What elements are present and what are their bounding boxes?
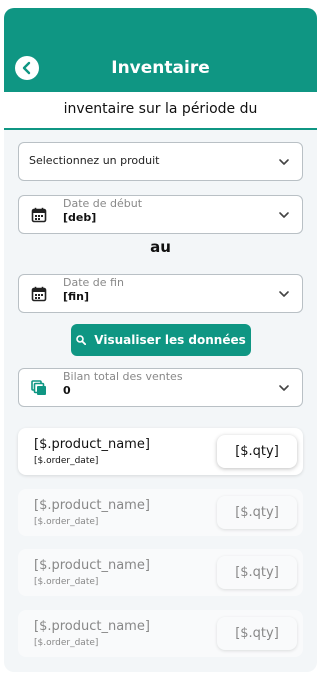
quantity-badge: [$.qty] xyxy=(217,556,297,589)
period-subtitle: inventaire sur la période du xyxy=(4,92,317,130)
copy-stack-icon xyxy=(31,380,46,395)
list-item[interactable]: [$.product_name] [$.order_date] [$.qty] xyxy=(18,549,303,596)
product-name: [$.product_name] xyxy=(34,558,150,573)
chevron-down-icon xyxy=(279,385,289,391)
sales-total-field[interactable]: Bilan total des ventes 0 xyxy=(18,368,303,407)
order-date: [$.order_date] xyxy=(34,456,99,466)
end-date-value: [fin] xyxy=(63,290,90,303)
chevron-down-icon xyxy=(279,291,289,297)
chevron-down-icon xyxy=(279,212,289,218)
calendar-icon xyxy=(31,207,47,223)
product-select[interactable]: Selectionnez un produit xyxy=(18,142,303,181)
product-name: [$.product_name] xyxy=(34,437,150,452)
product-name: [$.product_name] xyxy=(34,498,150,513)
start-date-field[interactable]: Date de début [deb] xyxy=(18,195,303,234)
date-separator: au xyxy=(150,238,171,256)
product-select-placeholder: Selectionnez un produit xyxy=(29,154,160,167)
quantity-badge: [$.qty] xyxy=(217,435,297,468)
end-date-label: Date de fin xyxy=(63,276,124,289)
sales-total-value: 0 xyxy=(63,384,71,397)
order-date: [$.order_date] xyxy=(34,638,99,648)
order-date: [$.order_date] xyxy=(34,517,99,527)
list-item[interactable]: [$.product_name] [$.order_date] [$.qty] xyxy=(18,610,303,657)
product-name: [$.product_name] xyxy=(34,619,150,634)
visualize-data-button[interactable]: Visualiser les données xyxy=(71,324,251,356)
quantity-badge: [$.qty] xyxy=(217,496,297,529)
sales-total-label: Bilan total des ventes xyxy=(63,370,183,383)
end-date-field[interactable]: Date de fin [fin] xyxy=(18,274,303,313)
visualize-data-label: Visualiser les données xyxy=(94,333,246,347)
list-item[interactable]: [$.product_name] [$.order_date] [$.qty] xyxy=(18,428,303,475)
search-icon xyxy=(76,335,87,345)
list-item[interactable]: [$.product_name] [$.order_date] [$.qty] xyxy=(18,489,303,536)
calendar-icon xyxy=(31,286,47,302)
app-header: Inventaire xyxy=(4,8,317,92)
order-date: [$.order_date] xyxy=(34,577,99,587)
start-date-value: [deb] xyxy=(63,211,97,224)
quantity-badge: [$.qty] xyxy=(217,617,297,650)
start-date-label: Date de début xyxy=(63,197,143,210)
page-title: Inventaire xyxy=(111,58,210,78)
app-screen: Inventaire inventaire sur la période du … xyxy=(4,8,317,672)
chevron-down-icon xyxy=(279,159,289,165)
